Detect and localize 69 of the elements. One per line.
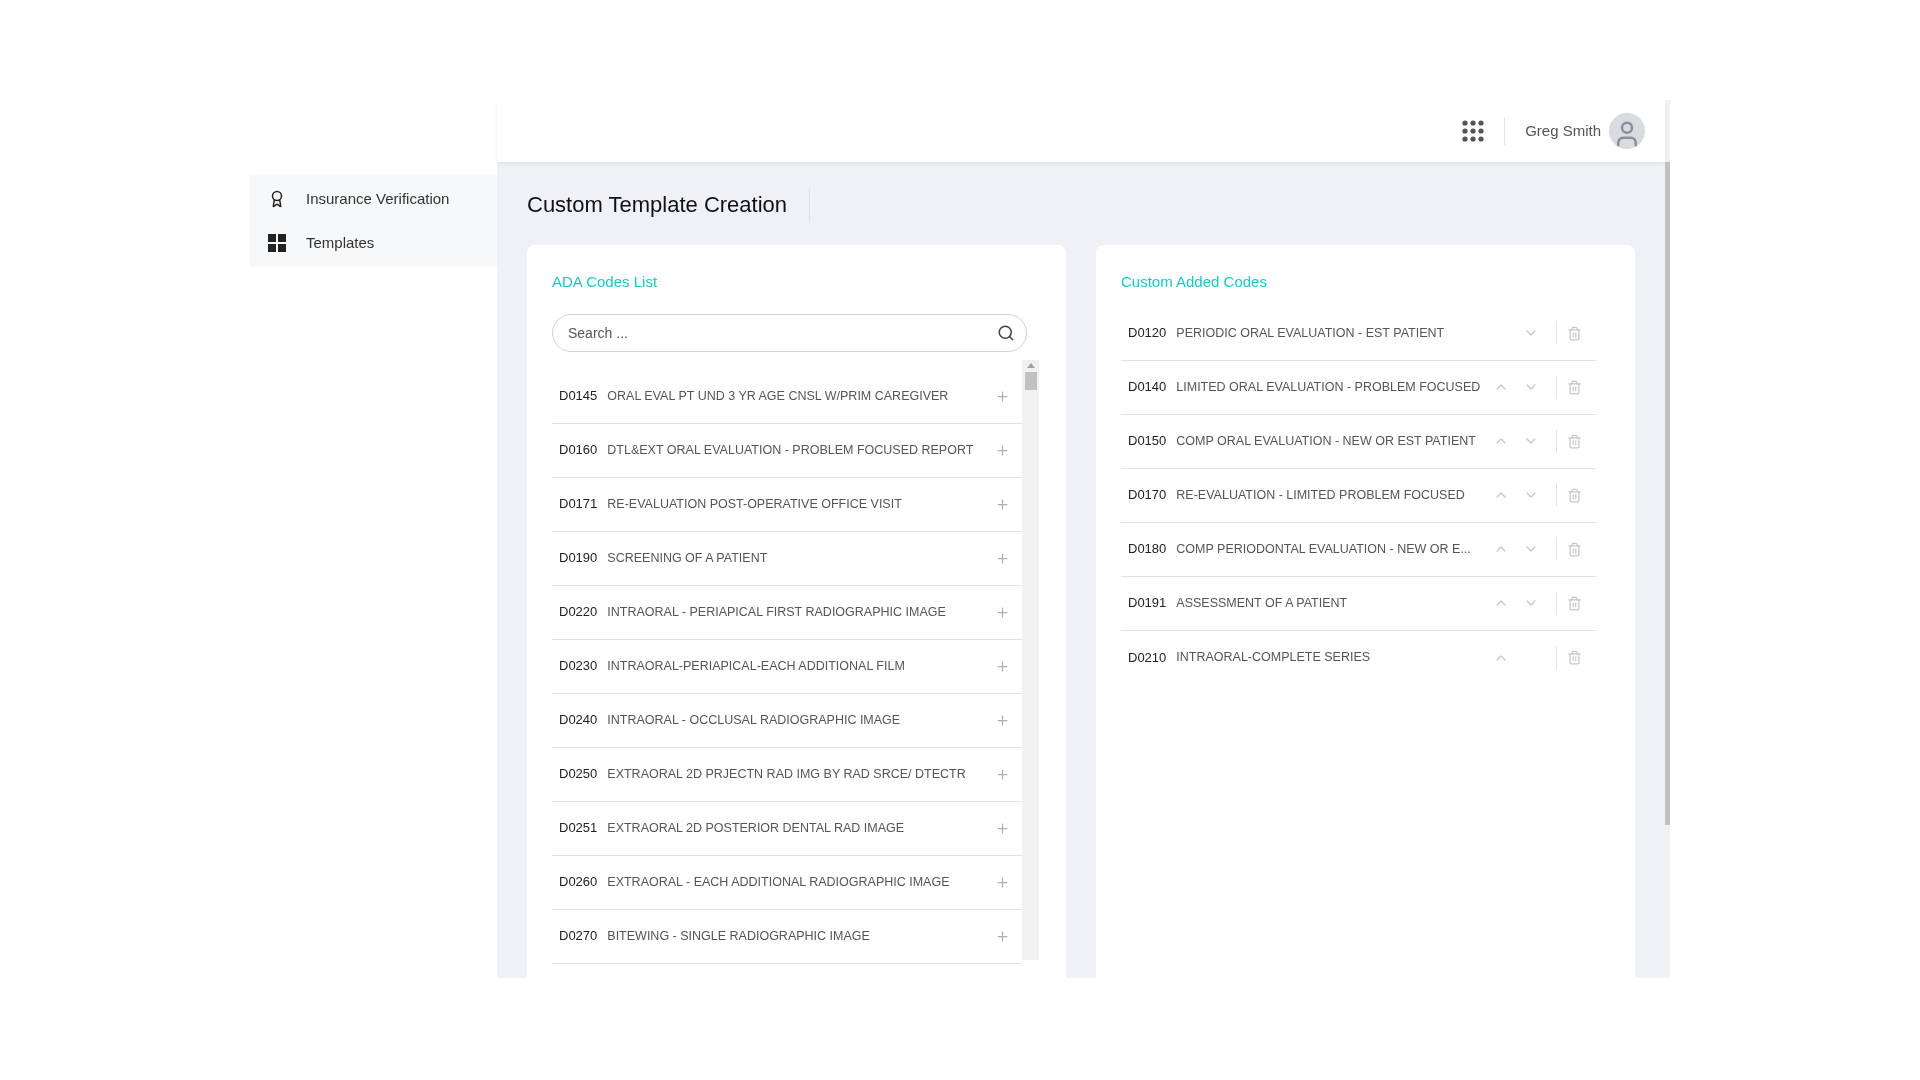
add-button[interactable] xyxy=(995,712,1010,728)
code-description: COMP PERIODONTAL EVALUATION - NEW OR E... xyxy=(1176,540,1472,558)
code-label: D0250 xyxy=(559,765,598,784)
sidebar-item[interactable]: Insurance Verification xyxy=(250,177,497,221)
code-label: D0171 xyxy=(559,495,598,514)
scroll-up-arrow-icon[interactable] xyxy=(1026,362,1035,368)
scrollbar[interactable] xyxy=(1665,100,1670,978)
add-button[interactable] xyxy=(995,874,1010,890)
page-title: Custom Template Creation xyxy=(527,188,811,221)
code-description: INTRAORAL-PERIAPICAL-EACH ADDITIONAL FILM xyxy=(607,657,906,675)
code-label: D0120 xyxy=(1128,324,1167,343)
search-field[interactable]: Search ... xyxy=(552,313,1027,352)
user-name: Greg Smith xyxy=(1525,120,1601,141)
code-label: D0140 xyxy=(1128,378,1167,397)
code-label: D0150 xyxy=(1128,432,1167,451)
code-description: SCREENING OF A PATIENT xyxy=(607,549,769,567)
grid-icon xyxy=(268,234,286,252)
code-description: COMP ORAL EVALUATION - NEW OR EST PATIENT xyxy=(1176,432,1477,450)
code-description: EXTRAORAL 2D POSTERIOR DENTAL RAD IMAGE xyxy=(607,819,906,837)
add-button[interactable] xyxy=(995,388,1010,404)
code-label: D0230 xyxy=(559,657,598,676)
code-description: INTRAORAL - PERIAPICAL FIRST RADIOGRAPHIC IMAGE xyxy=(607,603,947,621)
code-label: D0160 xyxy=(559,441,598,460)
scrollbar[interactable] xyxy=(1022,359,1039,960)
delete-icon[interactable] xyxy=(1567,595,1582,611)
add-button[interactable] xyxy=(995,550,1010,566)
code-label: D0191 xyxy=(1128,594,1167,613)
card-title: ADA Codes List xyxy=(552,272,659,292)
add-button[interactable] xyxy=(995,766,1010,782)
code-description: ORAL EVAL PT UND 3 YR AGE CNSL W/PRIM CAREGIVER xyxy=(607,387,950,405)
code-label: D0260 xyxy=(559,873,598,892)
code-description: DTL&EXT ORAL EVALUATION - PROBLEM FOCUSED REPORT xyxy=(607,441,975,459)
delete-icon[interactable] xyxy=(1567,433,1582,449)
delete-icon[interactable] xyxy=(1567,650,1582,665)
code-label: D0210 xyxy=(1128,648,1167,667)
add-button[interactable] xyxy=(995,604,1010,620)
delete-icon[interactable] xyxy=(1567,379,1582,395)
code-label: D0240 xyxy=(559,711,598,730)
code-description: INTRAORAL-COMPLETE SERIES xyxy=(1176,649,1372,667)
apps-grid-icon[interactable] xyxy=(1462,120,1485,142)
code-description: EXTRAORAL - EACH ADDITIONAL RADIOGRAPHIC IMAGE xyxy=(607,873,951,891)
add-button[interactable] xyxy=(995,820,1010,836)
code-description: RE-EVALUATION - LIMITED PROBLEM FOCUSED xyxy=(1176,486,1466,504)
delete-icon[interactable] xyxy=(1567,325,1582,341)
code-description: EXTRAORAL 2D PRJECTN RAD IMG BY RAD SRCE/ DTECTR xyxy=(607,765,967,783)
code-description: LIMITED ORAL EVALUATION - PROBLEM FOCUSED xyxy=(1176,378,1482,396)
avatar[interactable] xyxy=(1609,113,1645,149)
sidebar-item[interactable]: Templates xyxy=(250,221,497,265)
code-description: RE-EVALUATION POST-OPERATIVE OFFICE VISIT xyxy=(607,495,903,513)
delete-icon[interactable] xyxy=(1567,487,1582,503)
card-title: Custom Added Codes xyxy=(1121,272,1268,292)
code-description: ASSESSMENT OF A PATIENT xyxy=(1176,594,1349,612)
add-button[interactable] xyxy=(995,496,1010,512)
code-description: BITEWING - SINGLE RADIOGRAPHIC IMAGE xyxy=(607,927,871,945)
delete-icon[interactable] xyxy=(1567,541,1582,557)
add-button[interactable] xyxy=(995,442,1010,458)
code-label: D0170 xyxy=(1128,486,1167,505)
code-label: D0180 xyxy=(1128,540,1167,559)
add-button[interactable] xyxy=(995,928,1010,944)
search-icon[interactable] xyxy=(997,323,1015,342)
code-label: D0270 xyxy=(559,927,598,946)
scrollbar-thumb[interactable] xyxy=(1024,371,1037,390)
code-label: D0220 xyxy=(559,603,598,622)
code-description: PERIODIC ORAL EVALUATION - EST PATIENT xyxy=(1176,324,1446,342)
add-button[interactable] xyxy=(995,658,1010,674)
code-label: D0145 xyxy=(559,387,598,406)
code-label: D0251 xyxy=(559,819,598,838)
code-description: INTRAORAL - OCCLUSAL RADIOGRAPHIC IMAGE xyxy=(607,711,902,729)
code-label: D0190 xyxy=(559,549,598,568)
